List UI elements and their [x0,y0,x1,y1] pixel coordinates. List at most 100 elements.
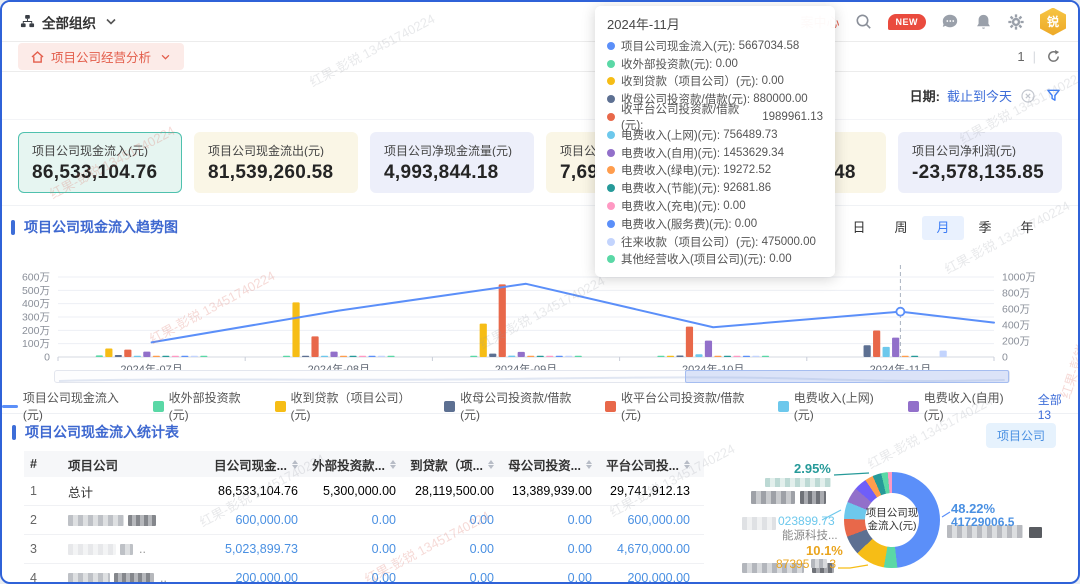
table-header-row: # 项目公司 项目公司现金... 收外部投资款... 收到贷款（项... 收母公… [24,451,704,477]
tab-day[interactable]: 日 [838,216,880,240]
breadcrumb-tab[interactable]: 项目公司经营分析 [18,43,184,70]
chart-tooltip: 2024年-11月 项目公司现金流入(元)5667034.58 收外部投资款(元… [595,6,835,277]
svg-text:500万: 500万 [22,285,50,297]
donut-label-bottom-pct: 10.1% [806,543,843,558]
kpi-label: 项目公司现金流出(元) [208,142,344,157]
donut-chart-card: 项目公司 项目公司现金流入(元) 2.95% 023899.73 能源科技... [714,417,1068,580]
donut-label-left-value: 023899.73 [778,514,835,528]
legend-swatch [275,401,286,412]
kpi-label: 项目公司净利润(元) [912,142,1048,157]
col-ext-invest[interactable]: 收外部投资款... [312,455,410,474]
bottom-section: 项目公司现金流入统计表 # 项目公司 项目公司现金... 收外部投资款... 收… [2,414,1078,582]
col-loans[interactable]: 收到贷款（项... [410,455,508,474]
tooltip-row: 电费收入(服务费)(元)0.00 [607,215,823,233]
kpi-value: 81,539,260.58 [208,162,344,184]
trend-bar-line-chart[interactable]: 0100万200万300万400万500万600万0200万400万600万80… [2,257,1080,379]
tab-year[interactable]: 年 [1006,216,1048,240]
series-dot [607,149,615,157]
refresh-icon[interactable] [1044,48,1062,66]
sort-icon[interactable] [586,460,592,469]
chevron-down-icon [102,13,120,31]
svg-text:1000万: 1000万 [1002,272,1036,284]
kpi-card-cash-in[interactable]: 项目公司现金流入(元) 86,533,104.76 [18,132,182,193]
table-title: 项目公司现金流入统计表 [12,422,179,442]
dimension-pill[interactable]: 项目公司 [986,423,1056,448]
search-icon[interactable] [855,13,873,31]
series-dot [607,77,615,85]
kpi-card-net-cashflow[interactable]: 项目公司净现金流量(元) 4,993,844.18 [370,132,534,193]
col-index: # [24,457,62,471]
topbar: 全部组织 案中心 NEW 锐 [2,2,1078,42]
svg-text:600万: 600万 [22,272,50,284]
tooltip-row: 收到贷款（项目公司）(元)0.00 [607,73,823,91]
legend-swatch [778,401,789,412]
datazoom-slider[interactable] [54,370,1010,383]
page-number: 1 [1017,49,1024,64]
col-platform-invest[interactable]: 收平台公司投... [606,455,704,474]
date-filter-value[interactable]: 截止到今天 [947,86,1012,105]
kpi-value: 4,993,844.18 [384,162,520,184]
page-indicator-group: 1 | [1017,48,1062,66]
series-dot [607,42,615,50]
series-dot [607,113,615,121]
series-dot [607,202,615,210]
sort-icon[interactable] [488,460,494,469]
svg-text:400万: 400万 [22,298,50,310]
legend-swatch [2,405,18,408]
col-company: 项目公司 [62,455,214,474]
svg-text:100万: 100万 [22,338,50,350]
donut-label-right-value: 41729006.5 [951,515,1014,529]
chevron-down-icon [156,48,174,66]
redacted-company-name: .. [62,542,214,556]
kpi-card-cash-out[interactable]: 项目公司现金流出(元) 81,539,260.58 [194,132,358,193]
org-tree-icon [18,13,36,31]
filter-funnel-icon[interactable] [1044,87,1062,105]
org-selector[interactable]: 全部组织 [18,12,120,32]
redacted-label [751,491,795,504]
user-avatar[interactable]: 锐 [1040,8,1066,36]
sort-icon[interactable] [292,460,298,469]
tab-month[interactable]: 月 [922,216,964,240]
messages-icon[interactable] [941,13,959,31]
tooltip-row: 电费收入(节能)(元)92681.86 [607,179,823,197]
tooltip-row: 项目公司现金流入(元)5667034.58 [607,37,823,55]
col-cash-in[interactable]: 项目公司现金... [214,455,312,474]
sort-icon[interactable] [390,460,396,469]
kpi-card-net-profit[interactable]: 项目公司净利润(元) -23,578,135.85 [898,132,1062,193]
redacted-label [765,478,831,487]
cash-in-table: # 项目公司 项目公司现金... 收外部投资款... 收到贷款（项... 收母公… [24,451,704,584]
table-row[interactable]: 4 .. 200,000.00 0.00 0.00 0.00 200,000.0… [24,564,704,584]
tab-quarter[interactable]: 季 [964,216,1006,240]
table-row[interactable]: 3 .. 5,023,899.73 0.00 0.00 0.00 4,670,0… [24,535,704,564]
clear-filter-icon[interactable] [1019,87,1037,105]
tooltip-title: 2024年-11月 [607,14,823,33]
series-dot [607,184,615,192]
kpi-label: 项目公司现金流入(元) [32,142,168,157]
datazoom-selection[interactable] [685,370,1009,383]
legend-swatch [605,401,616,412]
series-dot [607,131,615,139]
dashboard-page: 红果-彭锐 13451740224红果-彭锐 13451740224红果-彭锐 … [0,0,1080,584]
trend-chart-title: 项目公司现金流入趋势图 [11,217,178,237]
tooltip-row: 电费收入(绿电)(元)19272.52 [607,162,823,180]
sort-icon[interactable] [684,460,690,469]
redacted-company-name [62,515,214,526]
tab-week[interactable]: 周 [880,216,922,240]
series-dot [607,60,615,68]
redacted-company-name: .. [62,571,214,584]
filter-row: 日期: 截止到今天 [2,72,1078,120]
title-accent-bar [11,220,15,235]
series-dot [607,238,615,246]
svg-text:200万: 200万 [1002,336,1030,348]
tooltip-row: 其他经营收入(项目公司)(元)0.00 [607,251,823,269]
table-row[interactable]: 2 600,000.00 0.00 0.00 0.00 600,000.00 [24,506,704,535]
table-row-total[interactable]: 1 总计 86,533,104.76 5,300,000.00 28,119,5… [24,477,704,506]
kpi-card-row: 项目公司现金流入(元) 86,533,104.76 项目公司现金流出(元) 81… [2,120,1078,206]
new-badge[interactable]: NEW [888,14,927,30]
legend-swatch [444,401,455,412]
title-accent-bar [12,425,16,440]
settings-gear-icon[interactable] [1007,13,1025,31]
series-dot [607,166,615,174]
notifications-bell-icon[interactable] [974,13,992,31]
col-parent-invest[interactable]: 收母公司投资... [508,455,606,474]
